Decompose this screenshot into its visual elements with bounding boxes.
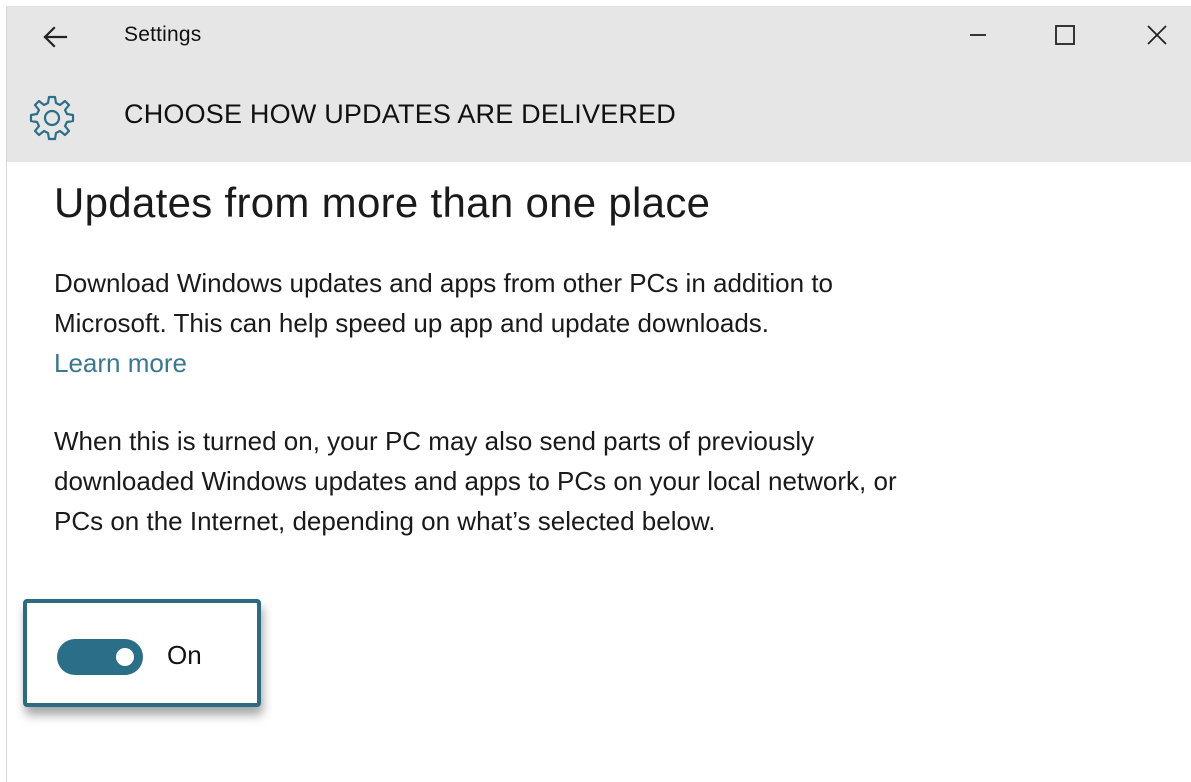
description-text: Download Windows updates and apps from o… xyxy=(54,268,833,338)
app-title: Settings xyxy=(124,23,202,46)
main-content: Updates from more than one place Downloa… xyxy=(54,175,954,541)
learn-more-link[interactable]: Learn more xyxy=(54,343,187,383)
section-title: Updates from more than one place xyxy=(54,179,711,226)
maximize-button[interactable] xyxy=(1040,15,1090,55)
close-icon xyxy=(1147,25,1167,45)
back-arrow-icon xyxy=(43,26,68,48)
title-bar: Settings CHOOSE HOW UPDATES ARE DELIVERE… xyxy=(7,7,1191,162)
gear-icon xyxy=(29,95,75,141)
description-paragraph: Download Windows updates and apps from o… xyxy=(54,263,934,383)
back-button[interactable] xyxy=(33,17,77,57)
minimize-button[interactable] xyxy=(953,15,1003,55)
settings-window: Settings CHOOSE HOW UPDATES ARE DELIVERE… xyxy=(6,6,1191,782)
sharing-paragraph: When this is turned on, your PC may also… xyxy=(54,426,897,536)
close-button[interactable] xyxy=(1132,15,1182,55)
page-title: CHOOSE HOW UPDATES ARE DELIVERED xyxy=(124,99,677,129)
toggle-knob xyxy=(116,648,134,666)
updates-toggle-switch[interactable] xyxy=(57,639,143,675)
toggle-focus-box: On xyxy=(23,599,261,707)
toggle-state-label: On xyxy=(167,640,202,670)
maximize-icon xyxy=(1055,25,1075,45)
minimize-icon xyxy=(970,34,986,36)
